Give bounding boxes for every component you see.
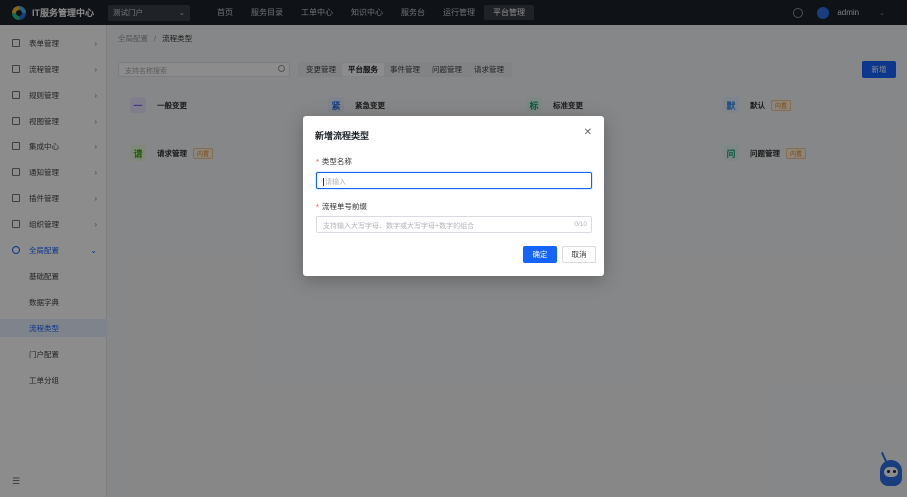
- number-prefix-label: * 流程单号前缀: [316, 201, 367, 212]
- number-prefix-label-text: 流程单号前缀: [321, 202, 367, 211]
- type-name-input[interactable]: 请输入: [316, 172, 592, 189]
- add-process-type-dialog: 新增流程类型 ✕ * 类型名称 请输入 * 流程单号前缀 支持输入大写字母、数字或大…: [303, 116, 604, 276]
- type-name-placeholder: 请输入: [325, 179, 346, 186]
- type-name-label: * 类型名称: [316, 156, 352, 167]
- number-prefix-placeholder: 支持输入大写字母、数字或大写字母+数字的组合: [323, 223, 475, 230]
- text-cursor: [323, 178, 324, 187]
- confirm-button[interactable]: 确定: [523, 246, 557, 263]
- number-prefix-input[interactable]: 支持输入大写字母、数字或大写字母+数字的组合 0/10: [316, 216, 592, 233]
- cancel-button[interactable]: 取消: [562, 246, 596, 263]
- close-icon[interactable]: ✕: [584, 127, 592, 138]
- required-mark: *: [316, 157, 319, 166]
- dialog-title: 新增流程类型: [315, 131, 370, 141]
- type-name-label-text: 类型名称: [321, 157, 352, 166]
- required-mark: *: [316, 202, 319, 211]
- char-counter: 0/10: [574, 221, 587, 228]
